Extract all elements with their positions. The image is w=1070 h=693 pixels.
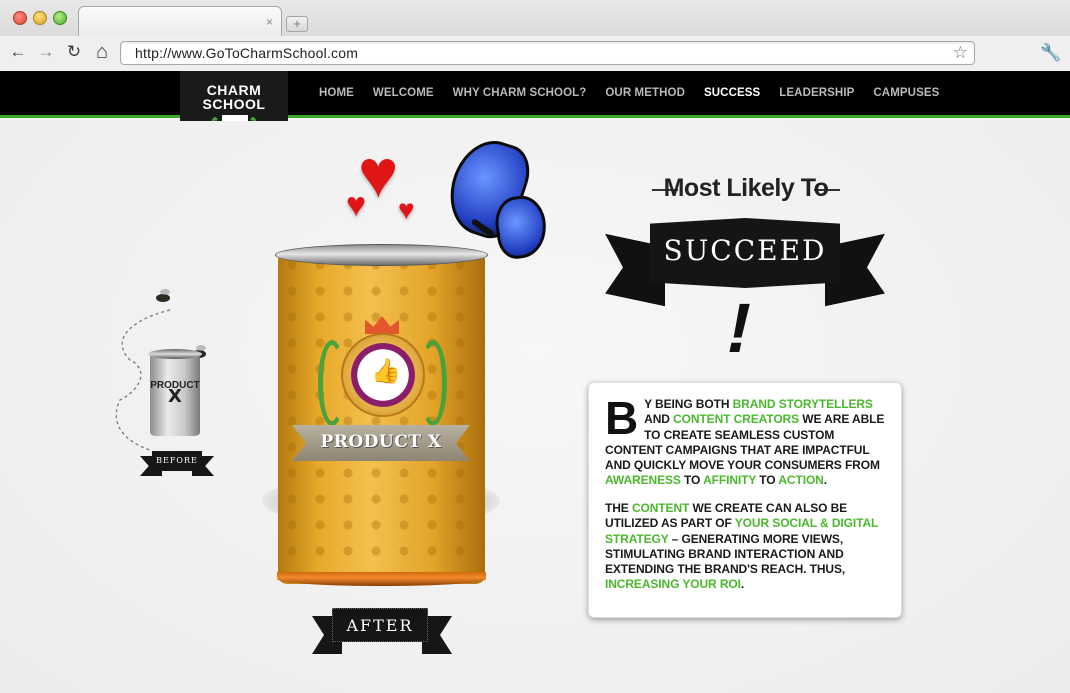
highlight-text: CONTENT CREATORS (673, 412, 800, 427)
wrench-icon[interactable]: 🔧 (1040, 43, 1061, 63)
body-text: TO (680, 473, 704, 488)
logo-line-1: CHARM (206, 82, 262, 98)
nav-success[interactable]: SUCCESS (704, 87, 760, 99)
highlight-text: CONTENT (631, 501, 690, 515)
bookmark-star-icon[interactable]: ☆ (953, 43, 968, 63)
nav-links: HOME WELCOME WHY CHARM SCHOOL? OUR METHO… (319, 87, 939, 99)
can-rim-bottom (277, 572, 486, 586)
zoom-window-button[interactable] (53, 11, 67, 25)
minimize-window-button[interactable] (33, 11, 47, 25)
before-ribbon: BEFORE (152, 451, 202, 471)
new-tab-button[interactable]: + (286, 16, 308, 32)
logo-text: CHARM SCHOOL (180, 83, 288, 111)
fly-icon (156, 294, 170, 302)
fly-wing-icon (160, 289, 170, 295)
drop-cap: B (605, 392, 639, 444)
home-icon[interactable]: ⌂ (92, 42, 112, 62)
close-window-button[interactable] (13, 11, 27, 25)
body-text: . (740, 577, 745, 592)
succeed-text: SUCCEED (663, 234, 827, 267)
body-text: TO (756, 473, 779, 488)
tab-close-icon[interactable]: × (266, 15, 273, 29)
browser-window: × + ← → ↻ ⌂ http://www.GoToCharmSchool.c… (0, 0, 1070, 693)
product-can-after (278, 252, 485, 584)
logo-line-2: SCHOOL (202, 96, 266, 112)
back-icon[interactable]: ← (8, 42, 28, 62)
browser-toolbar: ← → ↻ ⌂ http://www.GoToCharmSchool.com ☆… (0, 36, 1070, 70)
highlight-text: INCREASING YOUR ROI (605, 577, 741, 592)
site-nav-bar: HOME WELCOME WHY CHARM SCHOOL? OUR METHO… (0, 71, 1070, 118)
copy-paragraph-2: THE CONTENT WE CREATE CAN ALSO BE UTILIZ… (605, 501, 891, 593)
copy-paragraph-1: BY BEING BOTH BRAND STORYTELLERS AND CON… (605, 392, 891, 489)
can-rim-top (275, 244, 488, 266)
small-can-rim (148, 349, 202, 359)
can-pattern (278, 252, 485, 584)
body-text: Y BEING BOTH (644, 397, 733, 411)
nav-home[interactable]: HOME (319, 87, 354, 99)
highlight-text: AWARENESS (605, 473, 681, 488)
body-text: . (823, 473, 827, 488)
copy-paragraph-2-text: THE CONTENT WE CREATE CAN ALSO BE UTILIZ… (605, 501, 878, 591)
fly-on-can-wing-icon (196, 345, 206, 351)
after-ribbon: AFTER (332, 608, 428, 642)
can-label-text: PRODUCT X (320, 432, 442, 452)
nav-why-charm-school[interactable]: WHY CHARM SCHOOL? (453, 87, 587, 99)
headline-kicker: Most Likely To (663, 174, 829, 202)
small-can-label-line-2: X (168, 386, 182, 407)
forward-icon[interactable]: → (36, 42, 56, 62)
body-text: AND (644, 412, 674, 427)
heart-small-right-icon: ♥ (398, 194, 415, 225)
nav-leadership[interactable]: LEADERSHIP (779, 87, 854, 99)
small-can-label: PRODUCT X (148, 380, 202, 407)
success-copy-card: BY BEING BOTH BRAND STORYTELLERS AND CON… (588, 382, 902, 618)
nav-welcome[interactable]: WELCOME (373, 87, 434, 99)
address-bar[interactable]: http://www.GoToCharmSchool.com ☆ (120, 41, 975, 65)
thumbs-up-icon: 👍 (371, 358, 401, 385)
browser-tab[interactable]: × (78, 6, 282, 36)
nav-our-method[interactable]: OUR METHOD (605, 87, 685, 99)
highlight-text: BRAND STORYTELLERS (732, 397, 873, 411)
highlight-text: ACTION (778, 473, 824, 488)
highlight-text: AFFINITY (703, 473, 757, 488)
body-text: THE (605, 501, 632, 515)
url-text[interactable]: http://www.GoToCharmSchool.com (135, 45, 358, 61)
copy-paragraph-1-text: Y BEING BOTH BRAND STORYTELLERS AND CONT… (605, 397, 884, 487)
heart-small-left-icon: ♥ (346, 186, 367, 224)
nav-campuses[interactable]: CAMPUSES (873, 87, 939, 99)
reload-icon[interactable]: ↻ (64, 42, 84, 62)
